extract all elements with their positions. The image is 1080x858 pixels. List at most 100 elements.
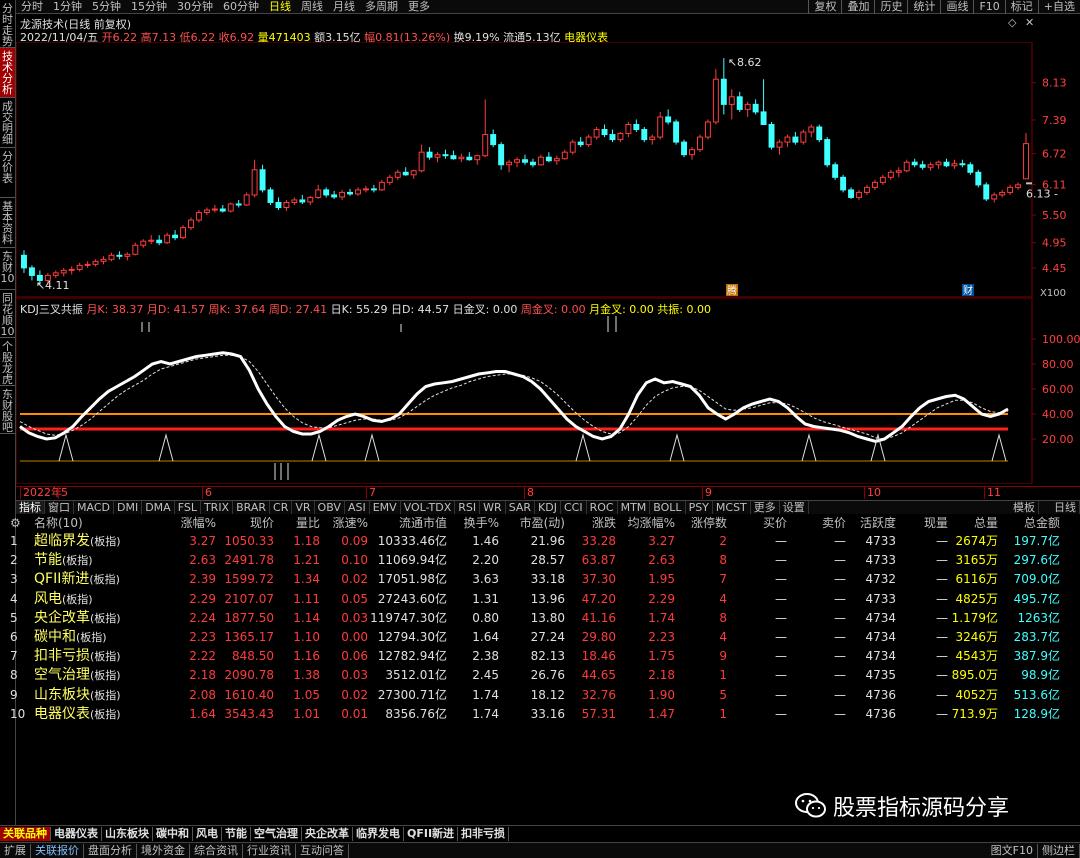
period-8[interactable]: 月线 <box>328 0 360 14</box>
column-header[interactable]: 流通市值 <box>399 515 447 532</box>
column-header[interactable]: 现量 <box>924 515 948 532</box>
close-icon[interactable]: ✕ <box>1025 16 1034 29</box>
indicator-tab-boll[interactable]: BOLL <box>650 501 686 514</box>
table-row[interactable]: 1 超临界发(板指) 3.27 1050.33 1.18 0.09 10333.46亿 1.4… <box>0 532 1080 551</box>
column-header[interactable]: 活跃度 <box>860 515 896 532</box>
indicator-right-0[interactable]: 模板 <box>1010 501 1039 514</box>
status-item-1[interactable]: 关联报价 <box>31 843 84 858</box>
left-tab-7[interactable]: 个股龙虎 <box>0 338 15 386</box>
indicator-tab-emv[interactable]: EMV <box>370 501 401 514</box>
column-header[interactable]: 买价 <box>763 515 787 532</box>
status-item-6[interactable]: 互动问答 <box>296 843 349 858</box>
indicator-tab-roc[interactable]: ROC <box>587 501 618 514</box>
indicator-tab-asi[interactable]: ASI <box>345 501 370 514</box>
indicator-tab-设置[interactable]: 设置 <box>780 501 809 514</box>
table-row[interactable]: 6 碳中和(板指) 2.23 1365.17 1.10 0.00 12794.30亿 1.64… <box>0 628 1080 647</box>
column-header[interactable]: 涨幅% <box>181 515 216 532</box>
left-tab-0[interactable]: 分时走势 <box>0 0 15 48</box>
sector-tab-8[interactable]: 临界发电 <box>353 826 404 841</box>
table-row[interactable]: 3 QFII新进(板指) 2.39 1599.72 1.34 0.02 17051.98亿 3… <box>0 570 1080 589</box>
period-9[interactable]: 多周期 <box>360 0 403 14</box>
sector-tab-0[interactable]: 关联品种 <box>0 826 51 841</box>
period-1[interactable]: 1分钟 <box>48 0 87 14</box>
column-header[interactable]: 涨停数 <box>691 515 727 532</box>
tool-0[interactable]: 复权 <box>808 0 841 14</box>
sector-tab-4[interactable]: 风电 <box>193 826 222 841</box>
left-tab-8[interactable]: 东财股吧 <box>0 386 15 434</box>
column-header[interactable]: 总金额 <box>1024 515 1060 532</box>
table-row[interactable]: 5 央企改革(板指) 2.24 1877.50 1.14 0.03 119747.30亿 0.… <box>0 609 1080 628</box>
indicator-tab-mcst[interactable]: MCST <box>713 501 751 514</box>
status-right-1[interactable]: 侧边栏 <box>1038 843 1080 858</box>
indicator-tab-更多[interactable]: 更多 <box>751 501 780 514</box>
status-right-0[interactable]: 图文F10 <box>987 843 1038 858</box>
tool-6[interactable]: 标记 <box>1004 0 1038 14</box>
diamond-icon[interactable]: ◇ <box>1008 16 1016 29</box>
kdj-chart[interactable]: 100.00 80.00 60.00 40.00 20.00 <box>16 298 1080 484</box>
indicator-tab-dma[interactable]: DMA <box>142 501 175 514</box>
tool-3[interactable]: 统计 <box>907 0 940 14</box>
period-7[interactable]: 周线 <box>296 0 328 14</box>
status-item-5[interactable]: 行业资讯 <box>243 843 296 858</box>
table-row[interactable]: 4 风电(板指) 2.29 2107.07 1.11 0.05 27243.60亿 1.31 1… <box>0 590 1080 609</box>
column-header[interactable]: 总量 <box>974 515 998 532</box>
indicator-tab-窗口[interactable]: 窗口 <box>45 501 74 514</box>
indicator-tab-cr[interactable]: CR <box>270 501 293 514</box>
sector-tab-2[interactable]: 山东板块 <box>102 826 153 841</box>
column-header[interactable]: 量比 <box>296 515 320 532</box>
indicator-tab-dmi[interactable]: DMI <box>114 501 143 514</box>
indicator-tab-trix[interactable]: TRIX <box>201 501 234 514</box>
column-header[interactable]: 名称(10) <box>34 515 83 532</box>
table-row[interactable]: 7 扣非亏损(板指) 2.22 848.50 1.16 0.06 12782.94亿 2.38… <box>0 647 1080 666</box>
table-row[interactable]: 10 电器仪表(板指) 1.64 3543.43 1.01 0.01 8356.76亿 1.7… <box>0 705 1080 724</box>
gear-icon[interactable]: ⚙ <box>10 515 21 532</box>
column-header[interactable]: 市盈(动) <box>520 515 565 532</box>
tool-2[interactable]: 历史 <box>874 0 907 14</box>
column-header[interactable]: 均涨幅% <box>628 515 675 532</box>
status-item-2[interactable]: 盘面分析 <box>84 843 137 858</box>
tool-1[interactable]: 叠加 <box>841 0 874 14</box>
column-header[interactable]: 换手% <box>464 515 499 532</box>
period-0[interactable]: 分时 <box>16 0 48 14</box>
sector-tab-6[interactable]: 空气治理 <box>251 826 302 841</box>
column-header[interactable]: 卖价 <box>822 515 846 532</box>
indicator-tab-指标[interactable]: 指标 <box>16 501 45 514</box>
sector-tab-7[interactable]: 央企改革 <box>302 826 353 841</box>
left-tab-2[interactable]: 成交明细 <box>0 98 15 148</box>
indicator-tab-vr[interactable]: VR <box>292 501 315 514</box>
column-header[interactable]: 涨跌 <box>592 515 616 532</box>
indicator-tab-cci[interactable]: CCI <box>561 501 587 514</box>
column-header[interactable]: 涨速% <box>333 515 368 532</box>
indicator-tab-fsl[interactable]: FSL <box>175 501 201 514</box>
period-5[interactable]: 60分钟 <box>218 0 264 14</box>
indicator-tab-vol-tdx[interactable]: VOL-TDX <box>401 501 456 514</box>
sector-tab-3[interactable]: 碳中和 <box>153 826 193 841</box>
sector-tab-5[interactable]: 节能 <box>222 826 251 841</box>
price-chart[interactable]: 8.137.396.726.115.504.954.45↖8.62↖4.116.… <box>16 42 1080 298</box>
indicator-tab-macd[interactable]: MACD <box>74 501 114 514</box>
status-item-0[interactable]: 扩展 <box>0 843 31 858</box>
period-3[interactable]: 15分钟 <box>126 0 172 14</box>
tool-5[interactable]: F10 <box>973 0 1004 14</box>
indicator-tab-psy[interactable]: PSY <box>686 501 713 514</box>
tool-7[interactable]: +自选 <box>1037 0 1080 14</box>
sector-tab-1[interactable]: 电器仪表 <box>51 826 102 841</box>
left-tab-1[interactable]: 技术分析 <box>0 48 15 98</box>
left-tab-6[interactable]: 同花顺10 <box>0 290 15 338</box>
sector-tab-9[interactable]: QFII新进 <box>404 826 459 841</box>
tool-4[interactable]: 画线 <box>940 0 973 14</box>
indicator-right-1[interactable]: 日线 <box>1051 501 1080 514</box>
left-tab-3[interactable]: 分价表 <box>0 148 15 198</box>
indicator-tab-wr[interactable]: WR <box>480 501 506 514</box>
table-row[interactable]: 8 空气治理(板指) 2.18 2090.78 1.38 0.03 3512.01亿 2.45… <box>0 666 1080 685</box>
indicator-tab-sar[interactable]: SAR <box>506 501 536 514</box>
indicator-tab-rsi[interactable]: RSI <box>455 501 481 514</box>
left-tab-5[interactable]: 东财10 <box>0 248 15 290</box>
indicator-tab-brar[interactable]: BRAR <box>233 501 271 514</box>
status-item-3[interactable]: 境外资金 <box>137 843 190 858</box>
indicator-tab-kdj[interactable]: KDJ <box>535 501 561 514</box>
period-6[interactable]: 日线 <box>264 0 296 14</box>
indicator-tab-mtm[interactable]: MTM <box>618 501 651 514</box>
period-4[interactable]: 30分钟 <box>172 0 218 14</box>
left-tab-4[interactable]: 基本资料 <box>0 198 15 248</box>
